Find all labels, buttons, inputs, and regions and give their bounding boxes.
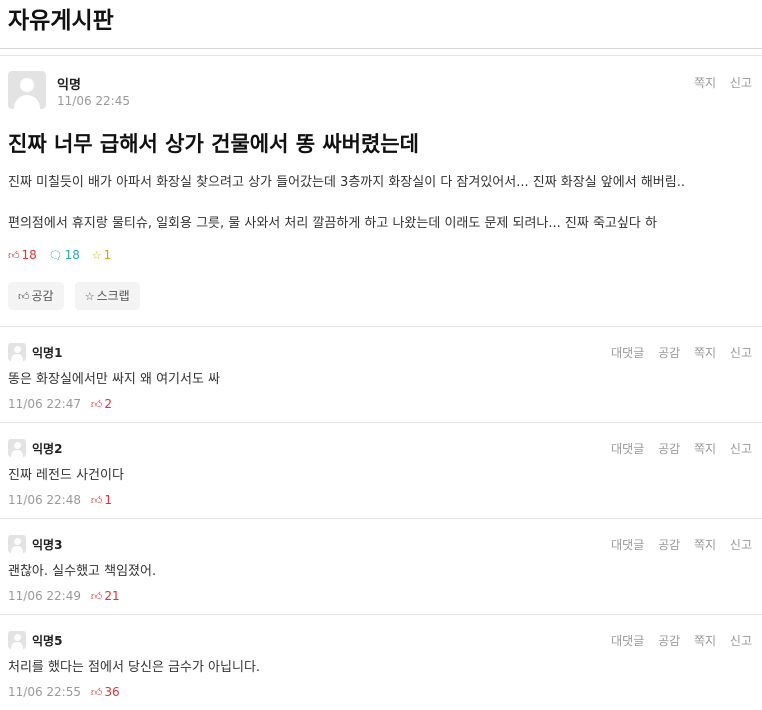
- comment-like-button[interactable]: 공감: [658, 634, 680, 648]
- star-icon: ☆: [91, 249, 102, 262]
- comment-like-button[interactable]: 공감: [658, 346, 680, 360]
- post-message-button[interactable]: 쪽지: [694, 76, 716, 90]
- star-icon: ☆: [84, 290, 95, 303]
- like-button-label: 공감: [31, 289, 54, 303]
- post-title: 진짜 너무 급해서 상가 건물에서 똥 싸버렸는데: [8, 132, 419, 156]
- thumbs-up-icon: 👍︎: [18, 290, 30, 303]
- comment-timestamp: 11/06 22:49: [8, 589, 81, 603]
- comment-author: 익명5: [32, 634, 63, 648]
- post-article: 익명 11/06 22:45 쪽지 신고 진짜 너무 급해서 상가 건물에서 똥…: [0, 56, 762, 327]
- reply-button[interactable]: 대댓글: [611, 538, 644, 552]
- comment-like-count: 👍︎ 21: [91, 589, 120, 603]
- comment-message-button[interactable]: 쪽지: [694, 634, 716, 648]
- comment-timestamp: 11/06 22:48: [8, 493, 81, 507]
- comment-meta: 11/06 22:47 👍︎ 2: [8, 397, 112, 411]
- comment-timestamp: 11/06 22:55: [8, 685, 81, 699]
- comment-list: 익명1 대댓글 공감 쪽지 신고 똥은 화장실에서만 싸지 왜 여기서도 싸 1…: [0, 327, 762, 710]
- comment-report-button[interactable]: 신고: [730, 634, 752, 648]
- comment-like-count: 👍︎ 1: [91, 493, 112, 507]
- reply-button[interactable]: 대댓글: [611, 442, 644, 456]
- comment-actions: 대댓글 공감 쪽지 신고: [601, 536, 752, 553]
- comment-text: 진짜 레전드 사건이다: [8, 468, 124, 483]
- comment-like-value: 1: [104, 493, 112, 507]
- post-author: 익명: [57, 78, 81, 93]
- thumbs-up-icon: 👍︎: [8, 249, 20, 262]
- comment-like-button[interactable]: 공감: [658, 538, 680, 552]
- comment-meta: 11/06 22:55 👍︎ 36: [8, 685, 120, 699]
- speech-bubble-icon: 🗨︎: [48, 249, 63, 262]
- post-actions: 쪽지 신고: [684, 74, 752, 91]
- comment-report-button[interactable]: 신고: [730, 346, 752, 360]
- default-avatar-icon: [8, 535, 26, 553]
- comment-text: 처리를 했다는 점에서 당신은 금수가 아닙니다.: [8, 660, 261, 675]
- comment-author: 익명1: [32, 346, 63, 360]
- scrap-count-value: 1: [103, 248, 112, 262]
- comment-actions: 대댓글 공감 쪽지 신고: [601, 344, 752, 361]
- comment-timestamp: 11/06 22:47: [8, 397, 81, 411]
- comment-message-button[interactable]: 쪽지: [694, 346, 716, 360]
- like-count-value: 18: [21, 248, 37, 262]
- comment-text: 똥은 화장실에서만 싸지 왜 여기서도 싸: [8, 372, 221, 387]
- comment-message-button[interactable]: 쪽지: [694, 538, 716, 552]
- thumbs-up-icon: 👍︎: [90, 494, 103, 507]
- like-count: 👍︎ 18: [8, 248, 37, 262]
- post-stats: 👍︎ 18 🗨︎ 18 ☆ 1: [8, 248, 119, 262]
- reply-button[interactable]: 대댓글: [611, 346, 644, 360]
- thumbs-up-icon: 👍︎: [90, 686, 103, 699]
- comment-message-button[interactable]: 쪽지: [694, 442, 716, 456]
- comment-count-value: 18: [64, 248, 80, 262]
- comment-actions: 대댓글 공감 쪽지 신고: [601, 440, 752, 457]
- comment-report-button[interactable]: 신고: [730, 538, 752, 552]
- default-avatar-icon: [8, 343, 26, 361]
- default-avatar-icon: [8, 71, 46, 109]
- post-report-button[interactable]: 신고: [730, 76, 752, 90]
- comment-count: 🗨︎ 18: [49, 248, 80, 262]
- comment-meta: 11/06 22:48 👍︎ 1: [8, 493, 112, 507]
- scrap-count: ☆ 1: [92, 248, 112, 262]
- comment-item: 익명5 대댓글 공감 쪽지 신고 처리를 했다는 점에서 당신은 금수가 아닙니…: [0, 615, 762, 710]
- board-header: 자유게시판: [0, 0, 762, 49]
- comment-item: 익명2 대댓글 공감 쪽지 신고 진짜 레전드 사건이다 11/06 22:48…: [0, 423, 762, 519]
- comment-like-value: 21: [104, 589, 120, 603]
- comment-text: 괜찮아. 실수했고 책임졌어.: [8, 564, 157, 579]
- comment-author: 익명2: [32, 442, 63, 456]
- thumbs-up-icon: 👍︎: [90, 590, 103, 603]
- scrap-button-label: 스크랩: [96, 289, 130, 303]
- like-button[interactable]: 👍︎ 공감: [8, 282, 64, 310]
- thumbs-up-icon: 👍︎: [90, 398, 103, 411]
- post-paragraph: 편의점에서 휴지랑 물티슈, 일회용 그릇, 물 사와서 처리 깔끔하게 하고 …: [8, 216, 657, 231]
- default-avatar-icon: [8, 631, 26, 649]
- comment-like-count: 👍︎ 36: [91, 685, 120, 699]
- post-body: 진짜 미칠듯이 배가 아파서 화장실 찾으려고 상가 들어갔는데 3층까지 화장…: [8, 174, 685, 256]
- scrap-button[interactable]: ☆ 스크랩: [74, 282, 140, 310]
- comment-author: 익명3: [32, 538, 63, 552]
- post-paragraph: 진짜 미칠듯이 배가 아파서 화장실 찾으려고 상가 들어갔는데 3층까지 화장…: [8, 175, 685, 190]
- default-avatar-icon: [8, 439, 26, 457]
- comment-like-count: 👍︎ 2: [91, 397, 112, 411]
- comment-like-value: 2: [104, 397, 112, 411]
- comment-report-button[interactable]: 신고: [730, 442, 752, 456]
- comment-actions: 대댓글 공감 쪽지 신고: [601, 632, 752, 649]
- post-buttons: 👍︎ 공감 ☆ 스크랩: [8, 282, 142, 310]
- comment-item: 익명3 대댓글 공감 쪽지 신고 괜찮아. 실수했고 책임졌어. 11/06 2…: [0, 519, 762, 615]
- comment-item: 익명1 대댓글 공감 쪽지 신고 똥은 화장실에서만 싸지 왜 여기서도 싸 1…: [0, 327, 762, 423]
- comment-like-button[interactable]: 공감: [658, 442, 680, 456]
- post-timestamp: 11/06 22:45: [57, 94, 130, 108]
- comment-like-value: 36: [104, 685, 120, 699]
- board-title[interactable]: 자유게시판: [8, 6, 114, 36]
- reply-button[interactable]: 대댓글: [611, 634, 644, 648]
- comment-meta: 11/06 22:49 👍︎ 21: [8, 589, 120, 603]
